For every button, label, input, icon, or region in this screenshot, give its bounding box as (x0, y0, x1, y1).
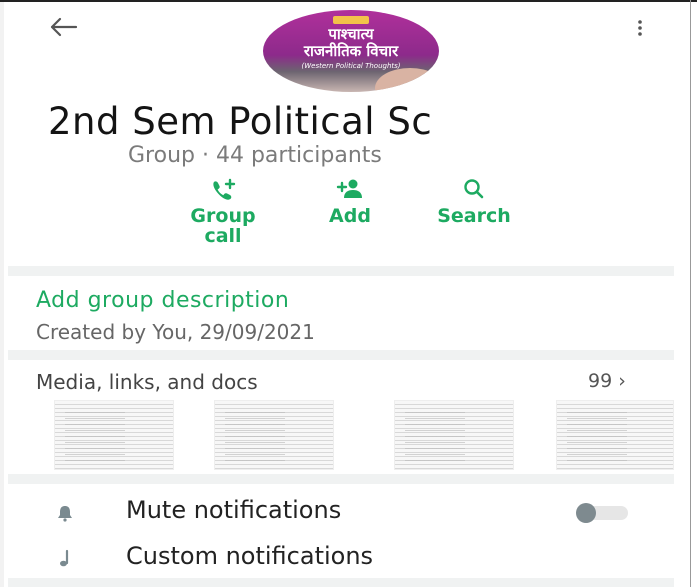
mute-notifications-toggle[interactable] (576, 503, 628, 523)
notification-settings-section: Mute notifications Custom notifications (8, 484, 674, 587)
section-divider (8, 578, 674, 587)
custom-notifications-row[interactable]: Custom notifications (8, 536, 674, 580)
toggle-knob (576, 503, 596, 523)
custom-notifications-label: Custom notifications (126, 542, 374, 570)
mute-notifications-label: Mute notifications (126, 496, 342, 524)
arrow-left-icon (50, 17, 78, 37)
created-by-text: Created by You, 29/09/2021 (36, 320, 315, 344)
bell-icon (58, 506, 72, 522)
group-description-section: Add group description Created by You, 29… (8, 276, 674, 350)
add-participant-button[interactable]: Add (310, 178, 390, 226)
add-label: Add (329, 205, 371, 227)
right-rule (690, 0, 691, 587)
add-person-icon (336, 179, 362, 198)
avatar-title-line1: पाश्चात्य (328, 25, 374, 43)
mute-notifications-row[interactable]: Mute notifications (8, 490, 674, 534)
group-info-header: पाश्चात्य राजनीतिक विचार (Western Politi… (8, 2, 674, 266)
left-edge (0, 0, 4, 587)
media-count: 99 (588, 370, 613, 392)
avatar-title-line2: राजनीतिक विचार (303, 42, 399, 60)
book-tag (333, 16, 369, 24)
avatar-portrait (375, 68, 439, 92)
media-section-title[interactable]: Media, links, and docs (36, 370, 258, 394)
section-divider (8, 266, 674, 276)
group-call-label-line2: call (204, 225, 242, 247)
group-call-label-line1: Group (190, 205, 256, 227)
search-label: Search (437, 205, 511, 227)
back-button[interactable] (46, 14, 80, 40)
group-call-button[interactable]: Group call (168, 178, 278, 246)
group-avatar[interactable]: पाश्चात्य राजनीतिक विचार (Western Politi… (263, 10, 439, 92)
media-thumbnail[interactable] (556, 400, 674, 470)
chevron-right-icon: › (618, 370, 626, 392)
more-options-button[interactable] (632, 16, 648, 40)
more-vertical-icon (638, 20, 642, 36)
search-button[interactable]: Search (412, 178, 536, 226)
add-group-description-link[interactable]: Add group description (36, 288, 289, 313)
media-links-docs-section: Media, links, and docs 99 › (8, 360, 674, 474)
avatar-title: पाश्चात्य राजनीतिक विचार (263, 26, 439, 60)
media-thumbnail[interactable] (54, 400, 174, 470)
media-thumbnail[interactable] (214, 400, 334, 470)
add-call-icon (213, 178, 236, 200)
media-count-link[interactable]: 99 › (588, 370, 626, 392)
group-participants-count: Group · 44 participants (128, 143, 382, 168)
section-divider (8, 474, 674, 484)
music-note-icon (60, 549, 69, 567)
search-icon (464, 179, 484, 199)
group-name[interactable]: 2nd Sem Political Sc (48, 100, 668, 143)
media-thumbnail[interactable] (394, 400, 514, 470)
section-divider (8, 350, 674, 360)
